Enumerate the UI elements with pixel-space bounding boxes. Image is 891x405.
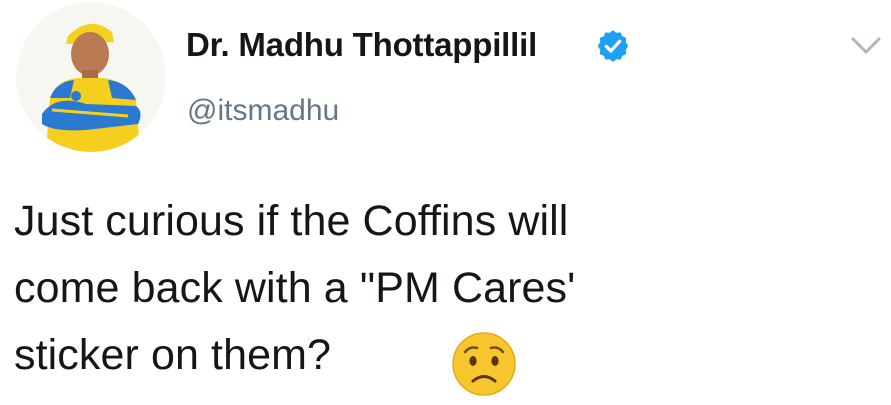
tweet-text: Just curious if the Coffins will come ba… [14, 197, 576, 379]
verified-badge-icon [597, 30, 629, 62]
worried-face-icon [452, 332, 516, 396]
user-handle[interactable]: @itsmadhu [187, 92, 339, 130]
avatar[interactable] [16, 2, 166, 152]
profile-photo-icon [16, 2, 166, 152]
display-name[interactable]: Dr. Madhu Thottappillil [186, 25, 537, 65]
tweet-card: Dr. Madhu Thottappillil @itsmadhu Just c… [0, 0, 891, 405]
chevron-down-icon[interactable] [848, 30, 884, 60]
